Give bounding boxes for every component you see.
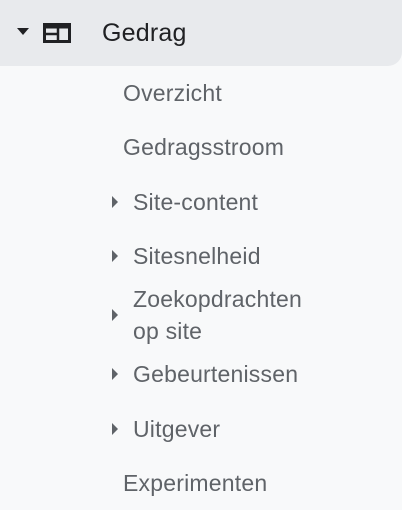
nav-section-gedrag[interactable]: Gedrag — [0, 0, 402, 66]
nav-item-label-line2: op site — [133, 318, 203, 344]
browser-layout-icon — [43, 23, 71, 43]
caret-right-icon[interactable] — [112, 196, 118, 208]
nav-item-label: Gebeurtenissen — [133, 361, 299, 387]
nav-item-gebeurtenissen[interactable]: Gebeurtenissen — [0, 358, 402, 392]
sidebar-nav: Gedrag Overzicht Gedragsstroom Site-cont… — [0, 0, 402, 510]
caret-right-icon[interactable] — [112, 309, 118, 321]
caret-right-icon[interactable] — [112, 250, 118, 262]
nav-item-experimenten[interactable]: Experimenten — [0, 467, 402, 501]
nav-item-overzicht[interactable]: Overzicht — [0, 77, 402, 111]
nav-item-zoekopdrachten-op-site[interactable]: Zoekopdrachten op site — [0, 283, 402, 349]
nav-item-sitesnelheid[interactable]: Sitesnelheid — [0, 240, 402, 274]
caret-right-icon[interactable] — [112, 368, 118, 380]
nav-item-label: Experimenten — [123, 470, 268, 496]
nav-item-label: Uitgever — [133, 416, 221, 442]
nav-item-label-line1: Zoekopdrachten — [133, 286, 303, 312]
caret-down-icon[interactable] — [17, 28, 29, 35]
nav-item-label: Site-content — [133, 189, 259, 215]
nav-item-label: Sitesnelheid — [133, 243, 261, 269]
nav-item-site-content[interactable]: Site-content — [0, 186, 402, 220]
caret-right-icon[interactable] — [112, 423, 118, 435]
nav-section-title: Gedrag — [102, 19, 187, 47]
nav-item-label: Overzicht — [123, 80, 222, 106]
nav-item-gedragsstroom[interactable]: Gedragsstroom — [0, 131, 402, 165]
nav-item-label: Gedragsstroom — [123, 134, 285, 160]
nav-item-uitgever[interactable]: Uitgever — [0, 413, 402, 447]
